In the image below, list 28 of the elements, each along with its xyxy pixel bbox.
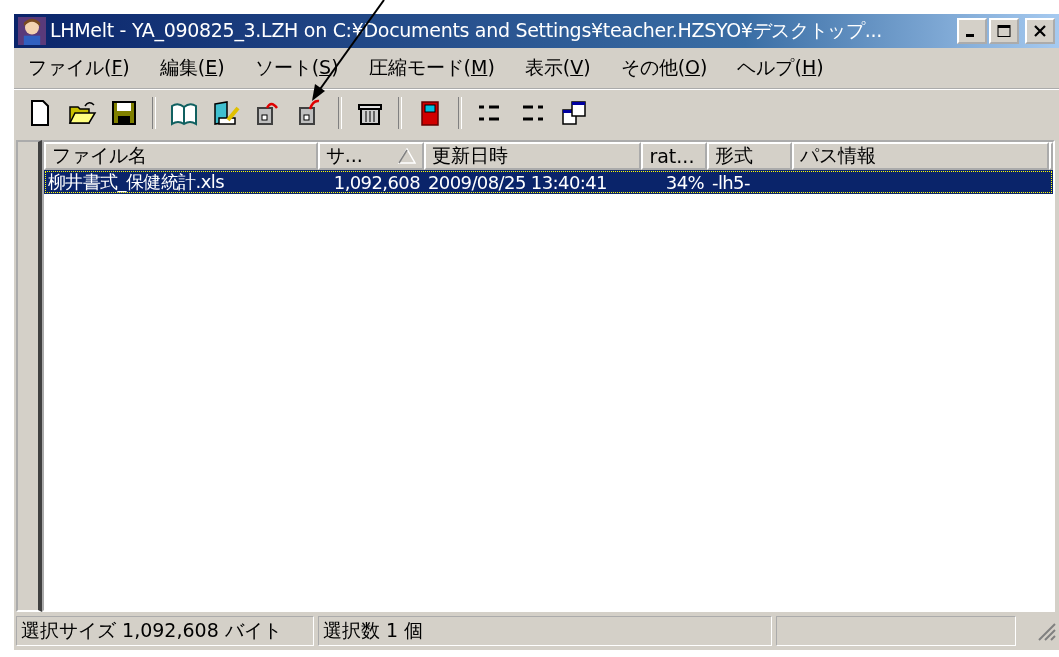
column-header[interactable]: パス情報 (792, 142, 1049, 170)
table-cell: -lh5- (712, 171, 750, 193)
close-button[interactable] (1025, 18, 1055, 44)
status-panel: 選択サイズ 1,092,608 バイト (16, 616, 314, 646)
table-cell: 1,092,608 (333, 171, 420, 193)
menu-item[interactable]: ヘルプ(H) (737, 55, 824, 81)
column-header[interactable]: サ... (317, 142, 424, 170)
column-header[interactable]: 更新日時 (423, 142, 642, 170)
status-panel: 選択数 1 個 (318, 616, 772, 646)
maximize-icon (997, 25, 1011, 37)
table-cell: 柳井書式_保健統計.xls (48, 171, 224, 192)
minimize-button[interactable] (957, 18, 987, 44)
table-cell: 2009/08/25 13:40:41 (428, 171, 607, 193)
close-icon (1033, 25, 1047, 37)
sort-ascending-icon (397, 148, 416, 164)
menu-item[interactable]: 圧縮モード(M) (368, 55, 495, 81)
column-header[interactable]: ファイル名 (44, 142, 318, 170)
minimize-icon (966, 34, 974, 37)
app-icon (18, 17, 46, 45)
column-header[interactable]: rat... (641, 142, 708, 170)
table-cell: 34% (665, 171, 704, 193)
file-row[interactable]: 柳井書式_保健統計.xls 1,092,608 2009/08/25 13:40:41 34% -lh5- (44, 170, 1053, 194)
maximize-button[interactable] (989, 18, 1019, 44)
menu-item[interactable]: その他(O) (620, 55, 708, 81)
menu-item[interactable]: 編集(E) (159, 55, 225, 81)
column-header[interactable]: 形式 (707, 142, 793, 170)
menu-item[interactable]: ファイル(F) (28, 55, 130, 81)
menu-item[interactable]: 表示(V) (524, 55, 591, 81)
